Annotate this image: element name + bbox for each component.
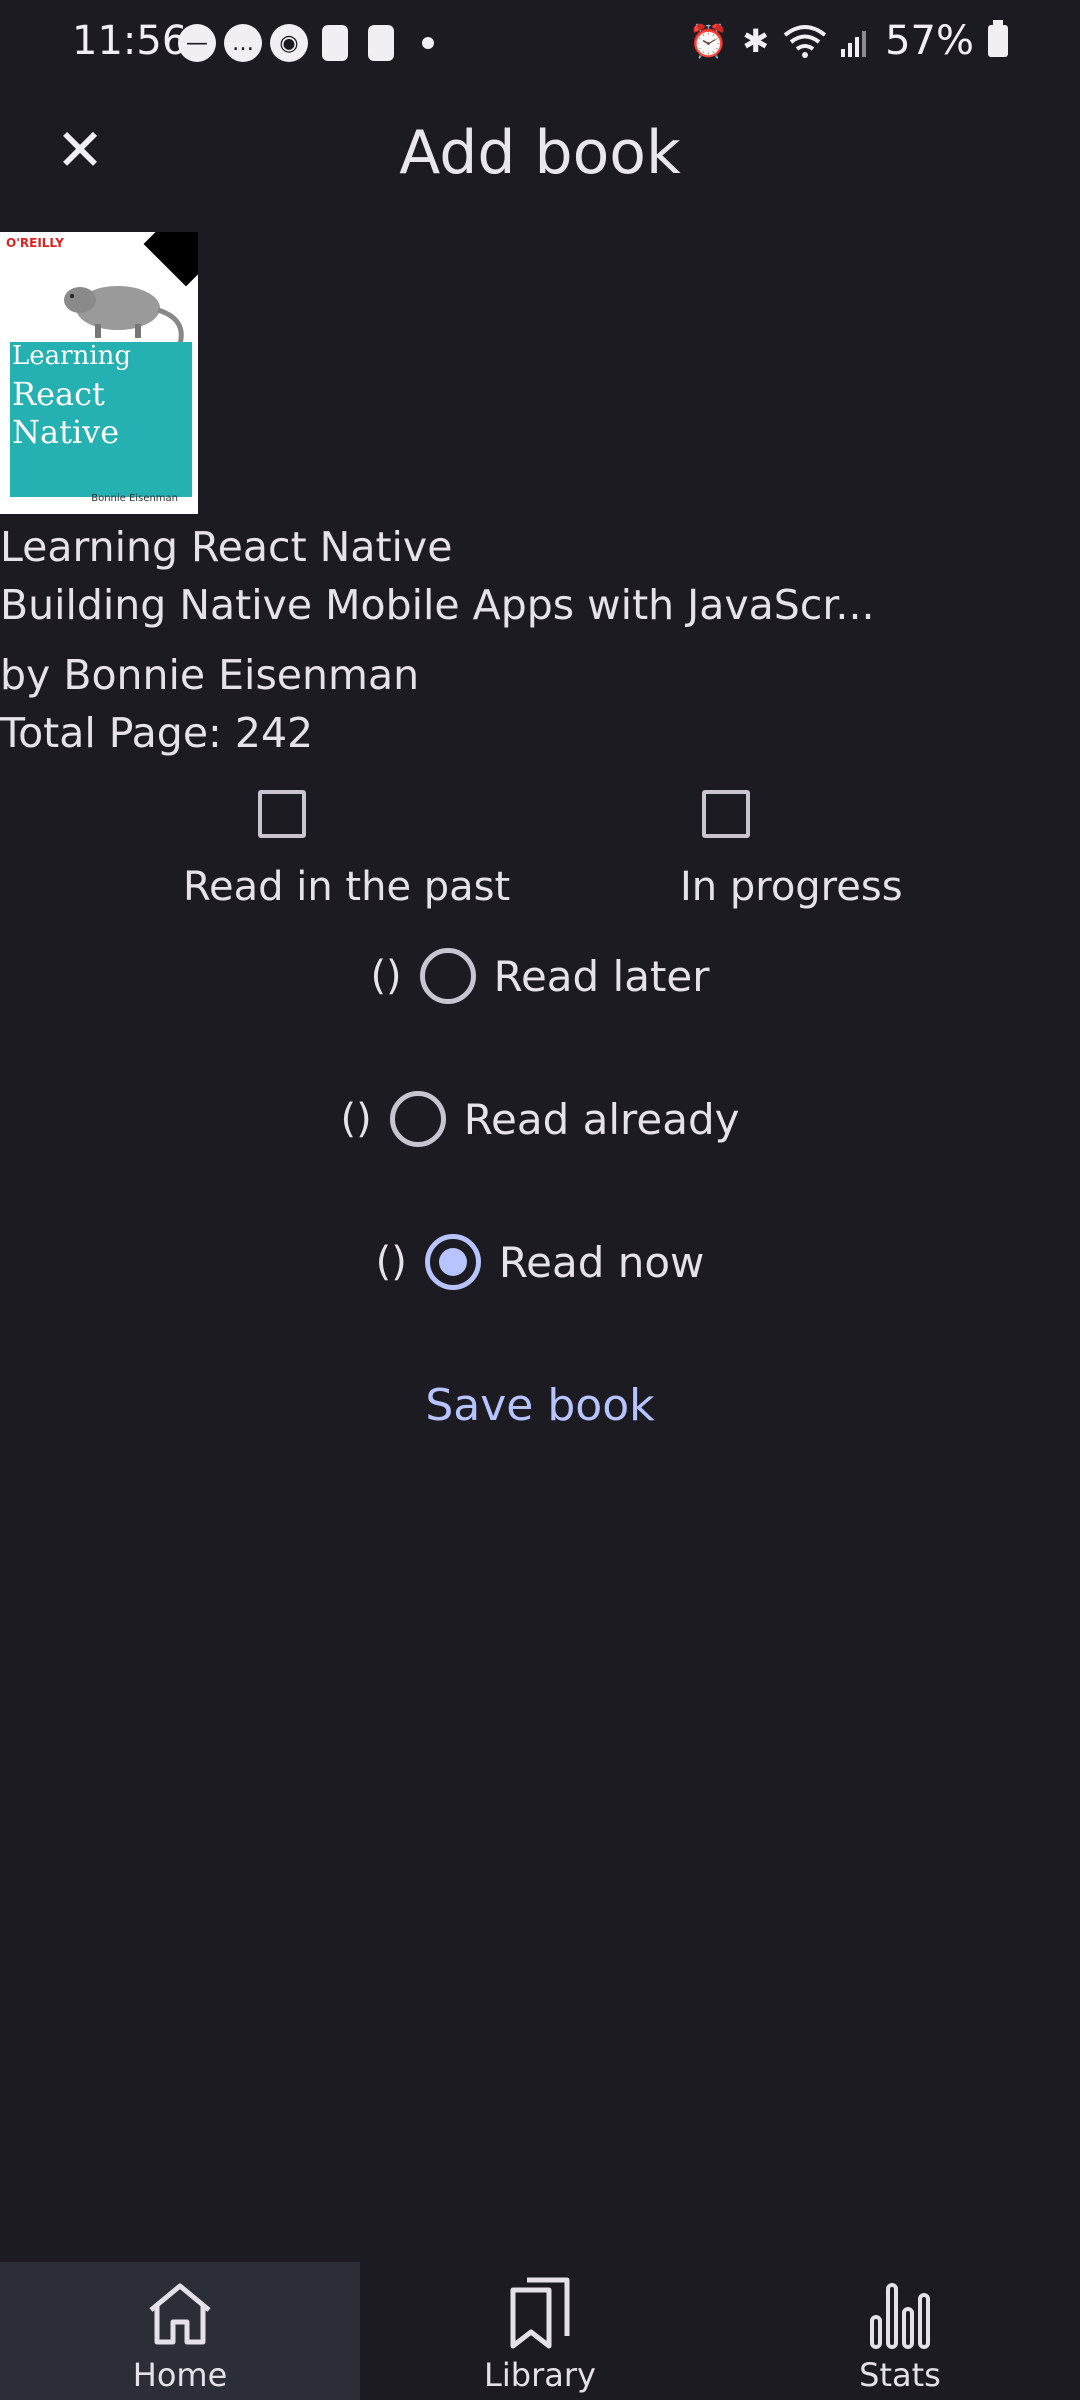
cup-icon: [322, 25, 348, 61]
book-title: Learning React Native: [0, 523, 453, 571]
book-cover: O'REILLY Learning React Native Bonnie Ei…: [0, 232, 198, 514]
book-total-pages: Total Page: 242: [0, 709, 314, 757]
cover-publisher: O'REILLY: [6, 236, 64, 250]
app-bar: ✕ Add book: [0, 90, 1080, 220]
radio-read-now[interactable]: () Read now: [0, 1234, 1080, 1290]
in-progress-label: In progress: [680, 864, 903, 910]
book-subtitle: Building Native Mobile Apps with JavaScr…: [0, 581, 875, 629]
bottom-navigation: Home Library Stats: [0, 2262, 1080, 2400]
nav-stats-label: Stats: [859, 2356, 941, 2394]
read-in-past-label: Read in the past: [183, 864, 511, 910]
radio-prefix: (): [375, 1239, 407, 1285]
read-later-radio[interactable]: [419, 948, 476, 1004]
more-notifications-icon: [422, 37, 434, 49]
battery-percent: 57%: [885, 18, 974, 64]
alarm-icon: ⏰: [688, 22, 729, 60]
radio-read-later[interactable]: () Read later: [0, 948, 1080, 1004]
radio-prefix: (): [340, 1096, 372, 1142]
signal-icon: [841, 31, 867, 57]
reading-status-checkboxes: Read in the past In progress: [0, 780, 1080, 920]
read-now-label: Read now: [498, 1237, 705, 1287]
radio-prefix: (): [370, 953, 402, 999]
status-time: 11:56: [72, 18, 188, 64]
radio-read-already[interactable]: () Read already: [0, 1091, 1080, 1147]
do-not-disturb-icon: —: [178, 24, 216, 62]
read-already-label: Read already: [463, 1094, 740, 1144]
checkbox-read-in-past[interactable]: Read in the past: [183, 780, 510, 910]
nav-home-label: Home: [132, 2356, 228, 2394]
in-progress-checkbox[interactable]: [702, 790, 751, 838]
wifi-icon: [783, 25, 827, 58]
read-in-past-checkbox[interactable]: [257, 790, 306, 838]
home-icon: [145, 2274, 215, 2352]
book-details: Learning React Native Building Native Mo…: [0, 518, 1080, 762]
nav-home[interactable]: Home: [0, 2262, 360, 2400]
checkbox-in-progress[interactable]: In progress: [680, 780, 903, 910]
nav-library-label: Library: [484, 2356, 596, 2394]
status-bar: 11:56 — … ◉ ⏰ ✱ 57%: [0, 0, 1080, 90]
bluetooth-icon: ✱: [742, 22, 770, 60]
cover-title: Learning React Native: [12, 341, 132, 451]
notification-icons: — … ◉: [178, 24, 434, 62]
battery-icon: [988, 20, 1008, 57]
github-icon: ◉: [270, 24, 308, 62]
read-already-radio[interactable]: [389, 1091, 446, 1147]
nav-stats[interactable]: Stats: [720, 2262, 1080, 2400]
save-book-button[interactable]: Save book: [0, 1380, 1080, 1431]
nav-library[interactable]: Library: [360, 2262, 720, 2400]
read-now-radio[interactable]: [424, 1234, 481, 1290]
page-title: Add book: [399, 118, 681, 188]
status-right: ⏰ ✱ 57%: [688, 18, 1008, 64]
read-later-label: Read later: [493, 951, 710, 1001]
message-icon: …: [224, 24, 262, 62]
bookmarks-icon: [507, 2274, 573, 2352]
book-author: by Bonnie Eisenman: [0, 651, 420, 699]
bar-chart-icon: [869, 2274, 931, 2352]
cup-icon: [368, 25, 394, 61]
cover-author: Bonnie Eisenman: [91, 493, 178, 504]
